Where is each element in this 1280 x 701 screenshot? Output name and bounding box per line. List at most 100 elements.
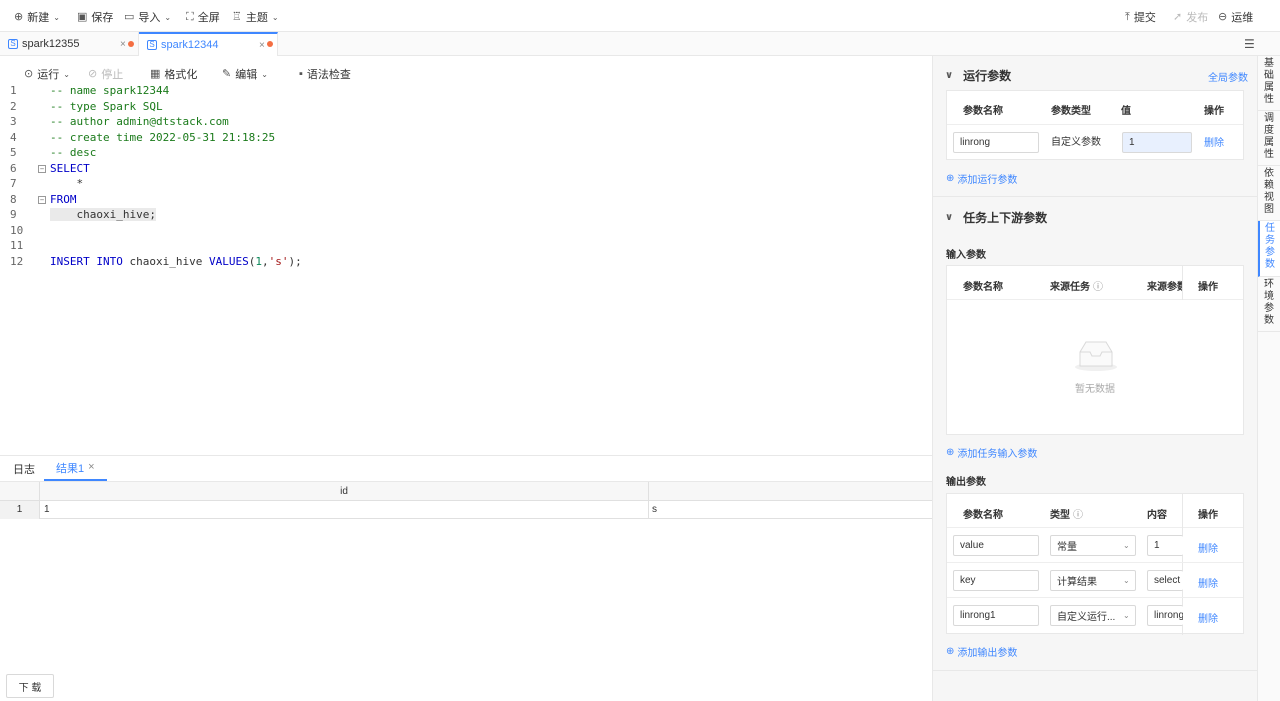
theme-button[interactable]: ♖ 主题 ⌄ [232, 9, 279, 25]
output-type-select[interactable]: 计算结果 ⌄ [1050, 570, 1136, 591]
chevron-down-icon: ⌄ [1123, 611, 1130, 620]
plus-circle-icon: ⊕ [946, 173, 955, 184]
delete-link[interactable]: 删除 [1204, 134, 1224, 149]
run-params-table: 参数名称 参数类型 值 操作 linrong 自定义参数 1 删除 [946, 90, 1244, 160]
chevron-down-icon: ⌄ [1123, 576, 1130, 585]
code-line: 4 -- create time 2022-05-31 21:18:25 [10, 130, 276, 144]
output-content-input[interactable]: 1 [1147, 535, 1183, 556]
add-input-param-link[interactable]: ⊕ 添加任务输入参数 [946, 445, 1037, 460]
delete-link[interactable]: 删除 [1198, 540, 1218, 555]
code-line: 10 [10, 223, 24, 237]
chevron-down-icon: ⌄ [164, 12, 172, 22]
code-line: 12 INSERT INTO chaoxi_hive VALUES(1,'s')… [10, 254, 302, 268]
tab-env-params[interactable]: 环境参数 [1258, 277, 1280, 332]
tab-dependency-view[interactable]: 依赖视图 [1258, 166, 1280, 221]
close-icon[interactable]: × [259, 40, 265, 51]
edit-icon: ✎ [222, 67, 232, 80]
play-circle-icon: ⊙ [24, 67, 34, 80]
format-button[interactable]: ▦ 格式化 [150, 66, 197, 82]
delete-link[interactable]: 删除 [1198, 575, 1218, 590]
empty-box-icon [1074, 340, 1118, 372]
run-button[interactable]: ⊙ 运行 ⌄ [24, 66, 70, 82]
code-line: 9 chaoxi_hive; [10, 208, 156, 221]
new-button[interactable]: ⊕ 新建 ⌄ [14, 9, 60, 25]
output-name-input[interactable]: key [953, 570, 1039, 591]
plus-cross-icon: ⊕ [14, 10, 24, 23]
add-run-param-link[interactable]: ⊕ 添加运行参数 [946, 171, 1017, 186]
tab-schedule-props[interactable]: 调度属性 [1258, 111, 1280, 166]
global-params-link[interactable]: 全局参数 [1208, 69, 1248, 84]
code-line: 5 -- desc [10, 146, 97, 159]
fold-toggle-icon[interactable]: − [38, 195, 46, 204]
results-panel: 日志 结果1 × id 1 1 s 下 载 [0, 455, 932, 701]
ops-button[interactable]: ⊖ 运维 [1218, 9, 1253, 25]
unsaved-dot [267, 41, 273, 47]
param-value-input[interactable]: 1 [1122, 132, 1192, 153]
tab-result1[interactable]: 结果1 × [44, 456, 107, 481]
code-line: 2 -- type Spark SQL [10, 99, 163, 113]
download-button[interactable]: 下 载 [6, 674, 54, 698]
tab-spark12344[interactable]: S spark12344 × [139, 32, 278, 56]
table-row: key 计算结果 ⌄ select 删除 [947, 563, 1243, 598]
output-content-input[interactable]: select [1147, 570, 1183, 591]
send-icon: ➚ [1173, 10, 1183, 23]
chevron-down-icon: ∨ [945, 70, 954, 81]
stop-button[interactable]: ⊘ 停止 [88, 66, 123, 82]
updown-params-header[interactable]: ∨ 任务上下游参数 [945, 209, 1047, 226]
submit-button[interactable]: ⤒ 提交 [1125, 9, 1156, 25]
shirt-icon: ♖ [232, 10, 242, 23]
question-circle-icon[interactable]: ⓘ [1073, 506, 1083, 521]
tab-log[interactable]: 日志 [13, 456, 35, 481]
output-name-input[interactable]: value [953, 535, 1039, 556]
main-toolbar: ⊕ 新建 ⌄ ▣ 保存 ▭ 导入 ⌄ ⛶ 全屏 ♖ 主题 ⌄ ⤒ 提交 ➚ 发布… [0, 0, 1280, 32]
input-params-label: 输入参数 [946, 250, 986, 261]
sql-file-icon: S [8, 39, 18, 49]
tab-task-params[interactable]: 任务参数 [1258, 221, 1280, 277]
save-icon: ▣ [77, 10, 88, 23]
code-line: 11 [10, 239, 24, 252]
result-grid: id 1 1 s [0, 481, 932, 519]
close-icon[interactable]: × [120, 39, 126, 50]
check-square-icon: ▪ [299, 67, 303, 80]
close-icon[interactable]: × [88, 462, 94, 473]
code-line: 6− SELECT [10, 161, 90, 175]
column-header[interactable]: id [40, 486, 648, 497]
output-content-input[interactable]: linrong [1147, 605, 1183, 626]
tab-basic-props[interactable]: 基础属性 [1258, 56, 1280, 111]
run-params-header[interactable]: ∨ 运行参数 [945, 67, 1011, 84]
table-row: value 常量 ⌄ 1 删除 [947, 528, 1243, 563]
table-row[interactable]: 1 1 s [0, 501, 932, 519]
output-name-input[interactable]: linrong1 [953, 605, 1039, 626]
unsaved-dot [128, 41, 134, 47]
param-name-input[interactable]: linrong [953, 132, 1039, 153]
publish-button[interactable]: ➚ 发布 [1173, 9, 1208, 25]
sql-file-icon: S [147, 40, 157, 50]
format-icon: ▦ [150, 67, 161, 80]
stop-circle-icon: ⊘ [88, 67, 98, 80]
file-tabs: S spark12355 × S spark12344 × ☰ [0, 32, 1280, 56]
import-button[interactable]: ▭ 导入 ⌄ [124, 9, 171, 25]
question-circle-icon[interactable]: ⓘ [1093, 278, 1103, 293]
folder-icon: ▭ [124, 10, 135, 23]
plus-circle-icon: ⊕ [946, 447, 955, 458]
chevron-down-icon: ⌄ [63, 69, 70, 79]
fold-toggle-icon[interactable]: − [38, 164, 46, 173]
delete-link[interactable]: 删除 [1198, 610, 1218, 625]
output-type-select[interactable]: 自定义运行... ⌄ [1050, 605, 1136, 626]
output-type-select[interactable]: 常量 ⌄ [1050, 535, 1136, 556]
edit-button[interactable]: ✎ 编辑 ⌄ [222, 66, 268, 82]
chevron-down-icon: ⌄ [261, 69, 268, 79]
code-line: 1 -- name spark12344 [10, 84, 170, 97]
code-line: 3 -- author admin@dtstack.com [10, 115, 229, 128]
save-button[interactable]: ▣ 保存 [77, 9, 113, 25]
tab-spark12355[interactable]: S spark12355 × [0, 32, 139, 56]
add-output-param-link[interactable]: ⊕ 添加输出参数 [946, 644, 1017, 659]
fullscreen-button[interactable]: ⛶ 全屏 [186, 9, 220, 25]
code-line: 7 * [10, 177, 84, 190]
output-params-table: 参数名称 类型 ⓘ 内容 操作 value 常量 ⌄ 1 删除 key 计算结果… [946, 493, 1244, 635]
menu-list-icon[interactable]: ☰ [1244, 37, 1255, 51]
syntax-check-button[interactable]: ▪ 语法检查 [299, 66, 351, 82]
upload-icon: ⤒ [1125, 10, 1130, 23]
code-line: 8− FROM [10, 192, 77, 206]
task-params-panel: ∨ 运行参数 全局参数 参数名称 参数类型 值 操作 linrong 自定义参数… [932, 56, 1258, 701]
